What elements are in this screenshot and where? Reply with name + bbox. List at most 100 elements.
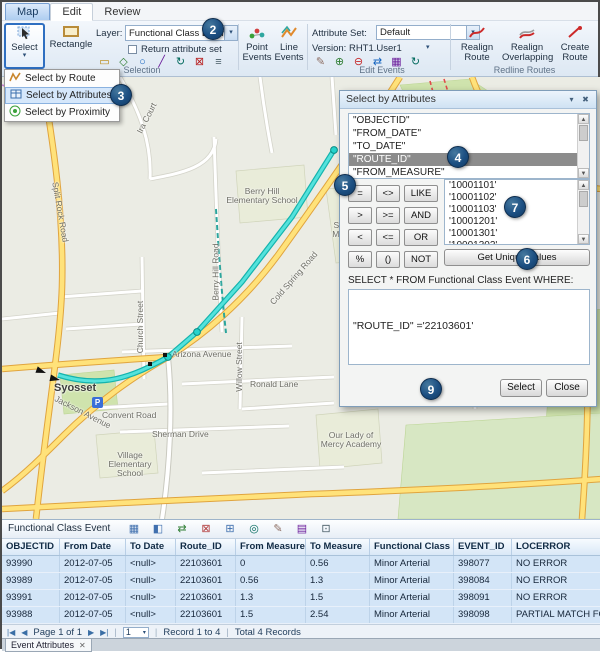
fields-scrollbar[interactable]: ▲▼ — [577, 114, 589, 178]
create-route-button[interactable]: Create Route — [554, 25, 596, 63]
column-header[interactable]: To Date — [126, 539, 176, 555]
operator-notequals-button[interactable]: <> — [376, 185, 400, 202]
field-item-selected[interactable]: "ROUTE_ID" — [349, 153, 589, 166]
realign-overlapping-button[interactable]: Realign Overlapping — [502, 25, 552, 63]
fields-listbox[interactable]: "OBJECTID" "FROM_DATE" "TO_DATE" "ROUTE_… — [348, 113, 590, 179]
column-header[interactable]: EVENT_ID — [454, 539, 512, 555]
where-clause-textarea[interactable]: "ROUTE_ID" ='22103601' — [348, 289, 590, 365]
cell: 93989 — [2, 573, 60, 589]
attribute-set-value: Default — [377, 27, 466, 38]
dialog-title-bar[interactable]: Select by Attributes ▾ ✖ — [340, 91, 596, 109]
operator-like-button[interactable]: LIKE — [404, 185, 438, 202]
table-row[interactable]: 93990 2012-07-05 <null> 22103601 0 0.56 … — [2, 556, 600, 573]
operator-or-button[interactable]: OR — [404, 229, 438, 246]
dialog-select-button[interactable]: Select — [500, 379, 542, 397]
first-page-icon[interactable]: |◀ — [7, 628, 15, 637]
edit-records-icon[interactable]: ✎ — [268, 521, 288, 537]
return-attribute-set-checkbox[interactable] — [128, 45, 137, 54]
table-row[interactable]: 93989 2012-07-05 <null> 22103601 0.56 1.… — [2, 573, 600, 590]
tab-map[interactable]: Map — [5, 3, 50, 20]
previous-page-icon[interactable]: ◀ — [21, 628, 27, 637]
field-item[interactable]: "TO_DATE" — [349, 140, 589, 153]
field-item[interactable]: "FROM_MEASURE" — [349, 166, 589, 179]
record-indicator: Record 1 to 4 — [163, 627, 220, 638]
scroll-up-icon[interactable]: ▲ — [578, 114, 589, 124]
dialog-menu-icon[interactable]: ▾ — [565, 94, 578, 106]
menu-item-select-by-route[interactable]: Select by Route — [5, 70, 119, 87]
realign-route-button[interactable]: Realign Route — [454, 25, 500, 63]
column-header[interactable]: OBJECTID — [2, 539, 60, 555]
add-record-icon[interactable]: ⊞ — [220, 521, 240, 537]
cell: Minor Arterial — [370, 590, 454, 606]
parking-icon: P — [92, 397, 103, 408]
table-row[interactable]: 93988 2012-07-05 <null> 22103601 1.5 2.5… — [2, 607, 600, 624]
cell: PARTIAL MATCH FOR THE TO- — [512, 607, 600, 623]
last-page-icon[interactable]: ▶| — [100, 628, 108, 637]
cell: 398091 — [454, 590, 512, 606]
cell: 2012-07-05 — [60, 607, 126, 623]
table-row[interactable]: 93991 2012-07-05 <null> 22103601 1.3 1.5… — [2, 590, 600, 607]
operator-not-button[interactable]: NOT — [404, 251, 438, 268]
scroll-up-icon[interactable]: ▲ — [578, 180, 589, 190]
column-header[interactable]: Route_ID — [176, 539, 236, 555]
column-header[interactable]: From Measure — [236, 539, 306, 555]
line-events-button[interactable]: Line Events — [274, 25, 304, 63]
scroll-down-icon[interactable]: ▼ — [578, 168, 589, 178]
value-item[interactable]: '10001101' — [445, 180, 589, 192]
ribbon-separator — [307, 24, 308, 70]
value-item[interactable]: '10001302' — [445, 240, 589, 245]
dialog-close-icon[interactable]: ✖ — [579, 94, 592, 106]
pagination-bar: |◀ ◀ Page 1 of 1 ▶ ▶| | 1▾ | Record 1 to… — [2, 624, 600, 639]
column-header[interactable]: Functional Class — [370, 539, 454, 555]
dialog-close-button[interactable]: Close — [546, 379, 588, 397]
select-button[interactable]: Select ▾ — [6, 25, 43, 67]
rectangle-button[interactable]: Rectangle — [49, 26, 93, 66]
operator-lessequal-button[interactable]: <= — [376, 229, 400, 246]
page-size-dropdown[interactable]: 1▾ — [123, 627, 149, 638]
values-scrollbar[interactable]: ▲▼ — [577, 180, 589, 244]
operator-less-button[interactable]: < — [348, 229, 372, 246]
zoom-to-selection-icon[interactable]: ◎ — [244, 521, 264, 537]
cell: 1.3 — [236, 590, 306, 606]
operator-parentheses-button[interactable]: () — [376, 251, 400, 268]
scroll-thumb[interactable] — [579, 125, 588, 141]
pager-separator: | — [155, 627, 157, 638]
field-item[interactable]: "FROM_DATE" — [349, 127, 589, 140]
cell: 2012-07-05 — [60, 556, 126, 572]
value-item[interactable]: '10001301' — [445, 228, 589, 240]
map-label: Berry Hill Road — [211, 243, 221, 300]
show-selected-records-icon[interactable]: ◧ — [148, 521, 168, 537]
tab-edit[interactable]: Edit — [50, 3, 93, 21]
cell: 22103601 — [176, 590, 236, 606]
selection-options-icon[interactable]: ≡ — [210, 54, 227, 70]
field-item[interactable]: "OBJECTID" — [349, 114, 589, 127]
menu-item-select-by-proximity[interactable]: Select by Proximity — [5, 104, 119, 121]
pager-separator: | — [114, 627, 116, 638]
column-header[interactable]: LOCERROR — [512, 539, 600, 555]
cell: 398084 — [454, 573, 512, 589]
point-events-button[interactable]: Point Events — [242, 25, 272, 63]
menu-item-select-by-attributes[interactable]: Select by Attributes — [5, 87, 119, 104]
export-icon[interactable]: ⊡ — [316, 521, 336, 537]
tab-review[interactable]: Review — [93, 4, 151, 20]
switch-selection-icon[interactable]: ⇄ — [172, 521, 192, 537]
table-options-icon[interactable]: ▦ — [124, 521, 144, 537]
cell: 0 — [236, 556, 306, 572]
next-page-icon[interactable]: ▶ — [88, 628, 94, 637]
layer-combobox-arrow-icon[interactable]: ▾ — [224, 26, 237, 40]
layer-label: Layer: — [96, 28, 122, 39]
realign-overlapping-label: Realign Overlapping — [502, 43, 552, 63]
map-label: Sherman Drive — [152, 429, 209, 439]
scroll-down-icon[interactable]: ▼ — [578, 234, 589, 244]
clear-selection-icon[interactable]: ⊠ — [196, 521, 216, 537]
scroll-thumb[interactable] — [579, 191, 588, 207]
fields-icon[interactable]: ▤ — [292, 521, 312, 537]
operator-and-button[interactable]: AND — [404, 207, 438, 224]
operator-percent-button[interactable]: % — [348, 251, 372, 268]
column-header[interactable]: From Date — [60, 539, 126, 555]
operator-greater-button[interactable]: > — [348, 207, 372, 224]
operator-greaterequal-button[interactable]: >= — [376, 207, 400, 224]
tab-event-attributes[interactable]: Event Attributes✕ — [5, 639, 92, 652]
version-dropdown-icon[interactable]: ▾ — [426, 43, 430, 51]
column-header[interactable]: To Measure — [306, 539, 370, 555]
